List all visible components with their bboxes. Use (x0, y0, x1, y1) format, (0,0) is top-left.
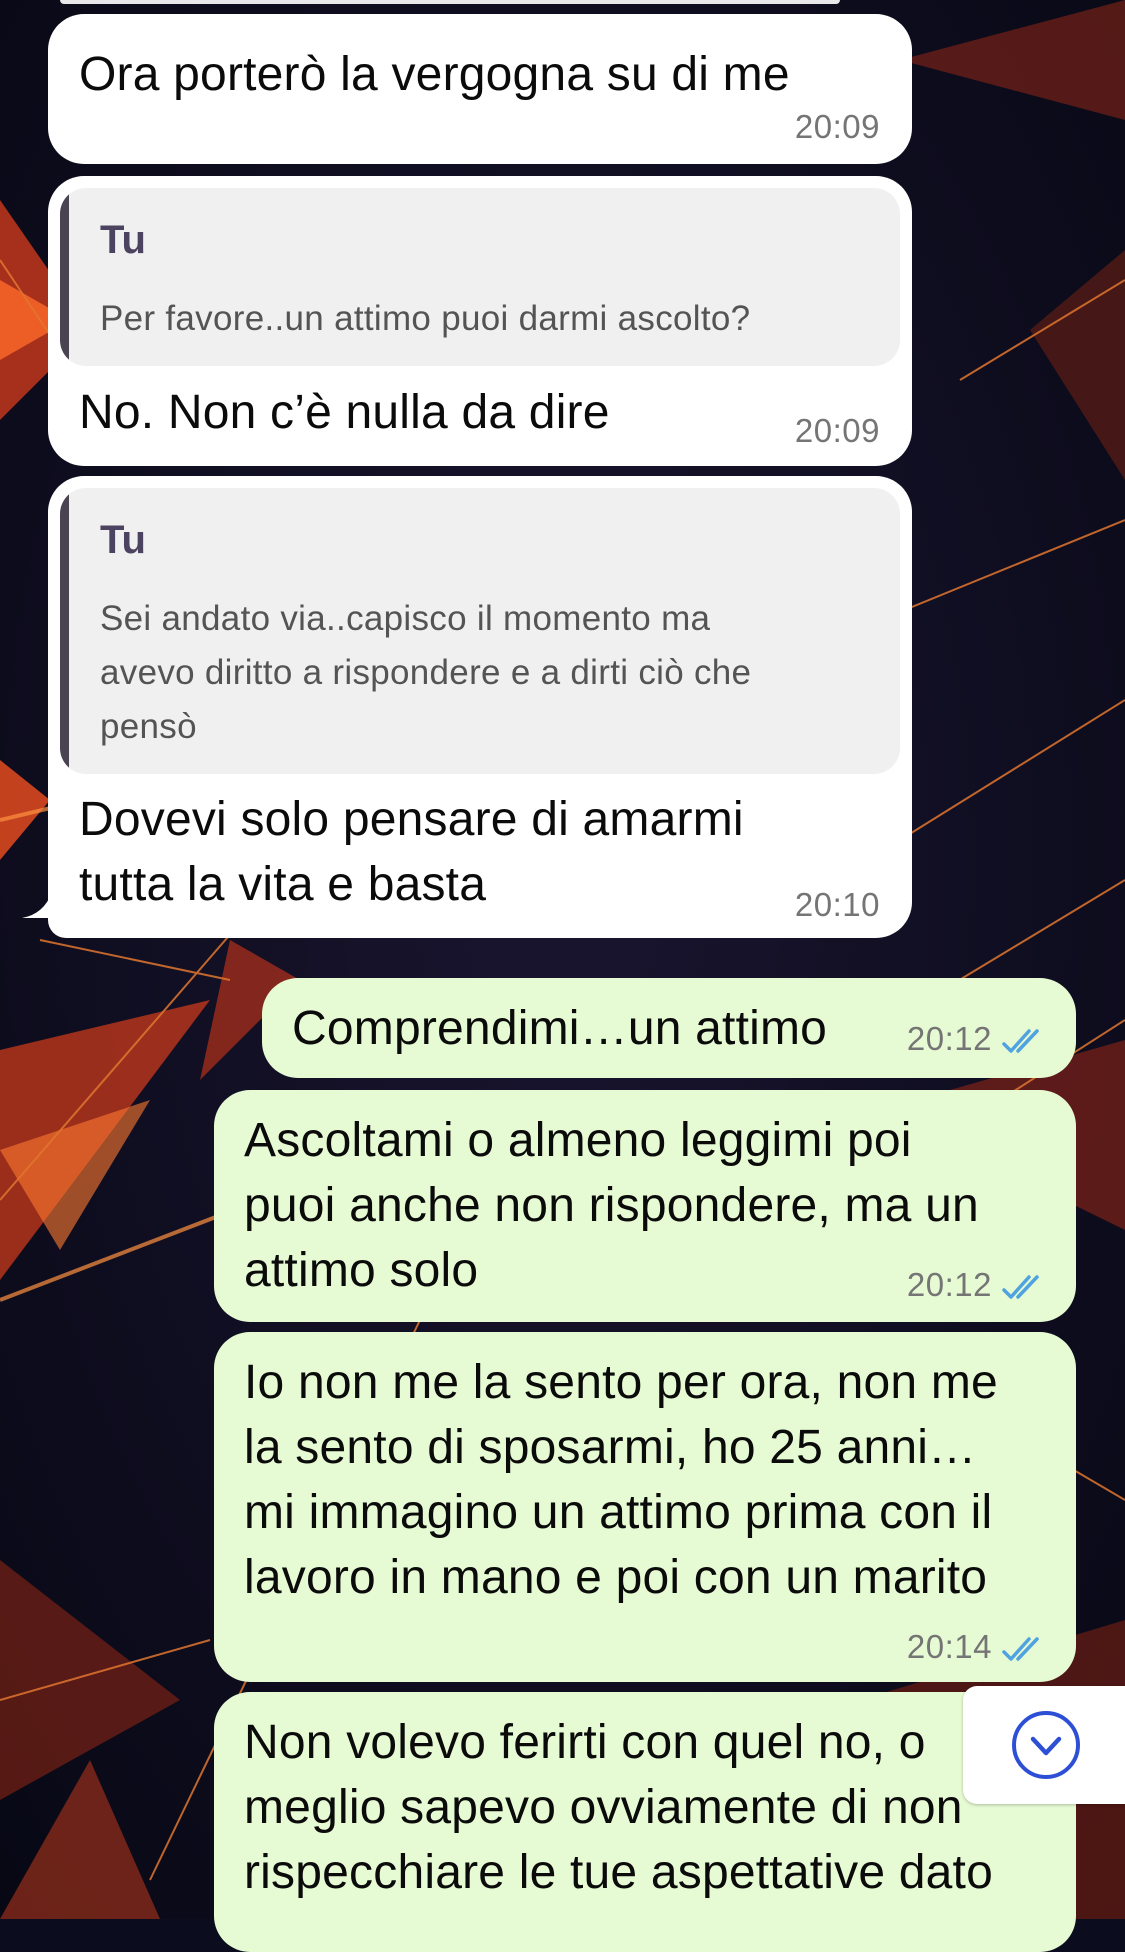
message-text-line: puoi anche non rispondere, ma un (244, 1179, 979, 1232)
quote-text: Per favore..un attimo puoi darmi ascolto… (100, 299, 751, 338)
previous-message-edge (60, 0, 840, 4)
chevron-down-circle-icon (1012, 1711, 1080, 1779)
message-text: No. Non c’è nulla da dire (79, 386, 610, 439)
quote-bar (60, 488, 69, 774)
message-bubble-outgoing[interactable]: Io non me la sento per ora, non me la se… (214, 1332, 1076, 1682)
message-time: 20:14 (906, 1628, 992, 1665)
message-text-line: meglio sapevo ovviamente di non (244, 1781, 963, 1834)
message-text-line: Non volevo ferirti con quel no, o (244, 1716, 926, 1769)
message-text-line: rispecchiare le tue aspettative dato (244, 1846, 993, 1899)
read-ticks-icon (1002, 1275, 1039, 1299)
message-text-line: Ascoltami o almeno leggimi poi (244, 1114, 912, 1167)
message-text-line: attimo solo (244, 1244, 479, 1297)
scroll-to-bottom-button[interactable] (963, 1686, 1125, 1804)
message-bubble-outgoing[interactable]: Comprendimi…un attimo 20:12 (262, 978, 1076, 1078)
message-text-line: lavoro in mano e poi con un marito (244, 1551, 988, 1604)
quote-bar (60, 188, 69, 366)
quote-text-line: Sei andato via..capisco il momento ma (100, 599, 711, 638)
message-bubble-incoming[interactable]: Tu Sei andato via..capisco il momento ma… (48, 476, 912, 938)
message-text-line: tutta la vita e basta (79, 858, 487, 911)
message-text-line: la sento di sposarmi, ho 25 anni… (244, 1421, 977, 1474)
quoted-reply[interactable]: Tu Sei andato via..capisco il momento ma… (60, 488, 900, 774)
message-bubble-outgoing[interactable]: Non volevo ferirti con quel no, o meglio… (214, 1692, 1076, 1952)
quote-text-line: avevo diritto a rispondere e a dirti ciò… (100, 653, 752, 692)
message-text: Comprendimi…un attimo (292, 1002, 828, 1055)
message-time: 20:12 (906, 1020, 992, 1057)
message-text-line: Io non me la sento per ora, non me (244, 1356, 998, 1409)
quote-author: Tu (100, 518, 146, 562)
message-bubble-outgoing[interactable]: Ascoltami o almeno leggimi poi puoi anch… (214, 1090, 1076, 1322)
quoted-reply[interactable]: Tu Per favore..un attimo puoi darmi asco… (60, 188, 900, 366)
message-time: 20:09 (794, 412, 880, 449)
message-time: 20:12 (906, 1266, 992, 1303)
message-text: Ora porterò la vergogna su di me (79, 48, 790, 101)
message-time: 20:09 (794, 108, 880, 145)
quote-text-line: pensò (100, 707, 197, 746)
message-bubble-incoming[interactable]: Tu Per favore..un attimo puoi darmi asco… (48, 176, 912, 466)
message-text-line: Dovevi solo pensare di amarmi (79, 793, 744, 846)
quote-author: Tu (100, 218, 146, 262)
message-text-line: mi immagino un attimo prima con il (244, 1486, 993, 1539)
message-time: 20:10 (794, 886, 880, 923)
read-ticks-icon (1002, 1637, 1039, 1661)
message-bubble-incoming[interactable]: Ora porterò la vergogna su di me 20:09 (48, 14, 912, 164)
read-ticks-icon (1002, 1029, 1039, 1053)
